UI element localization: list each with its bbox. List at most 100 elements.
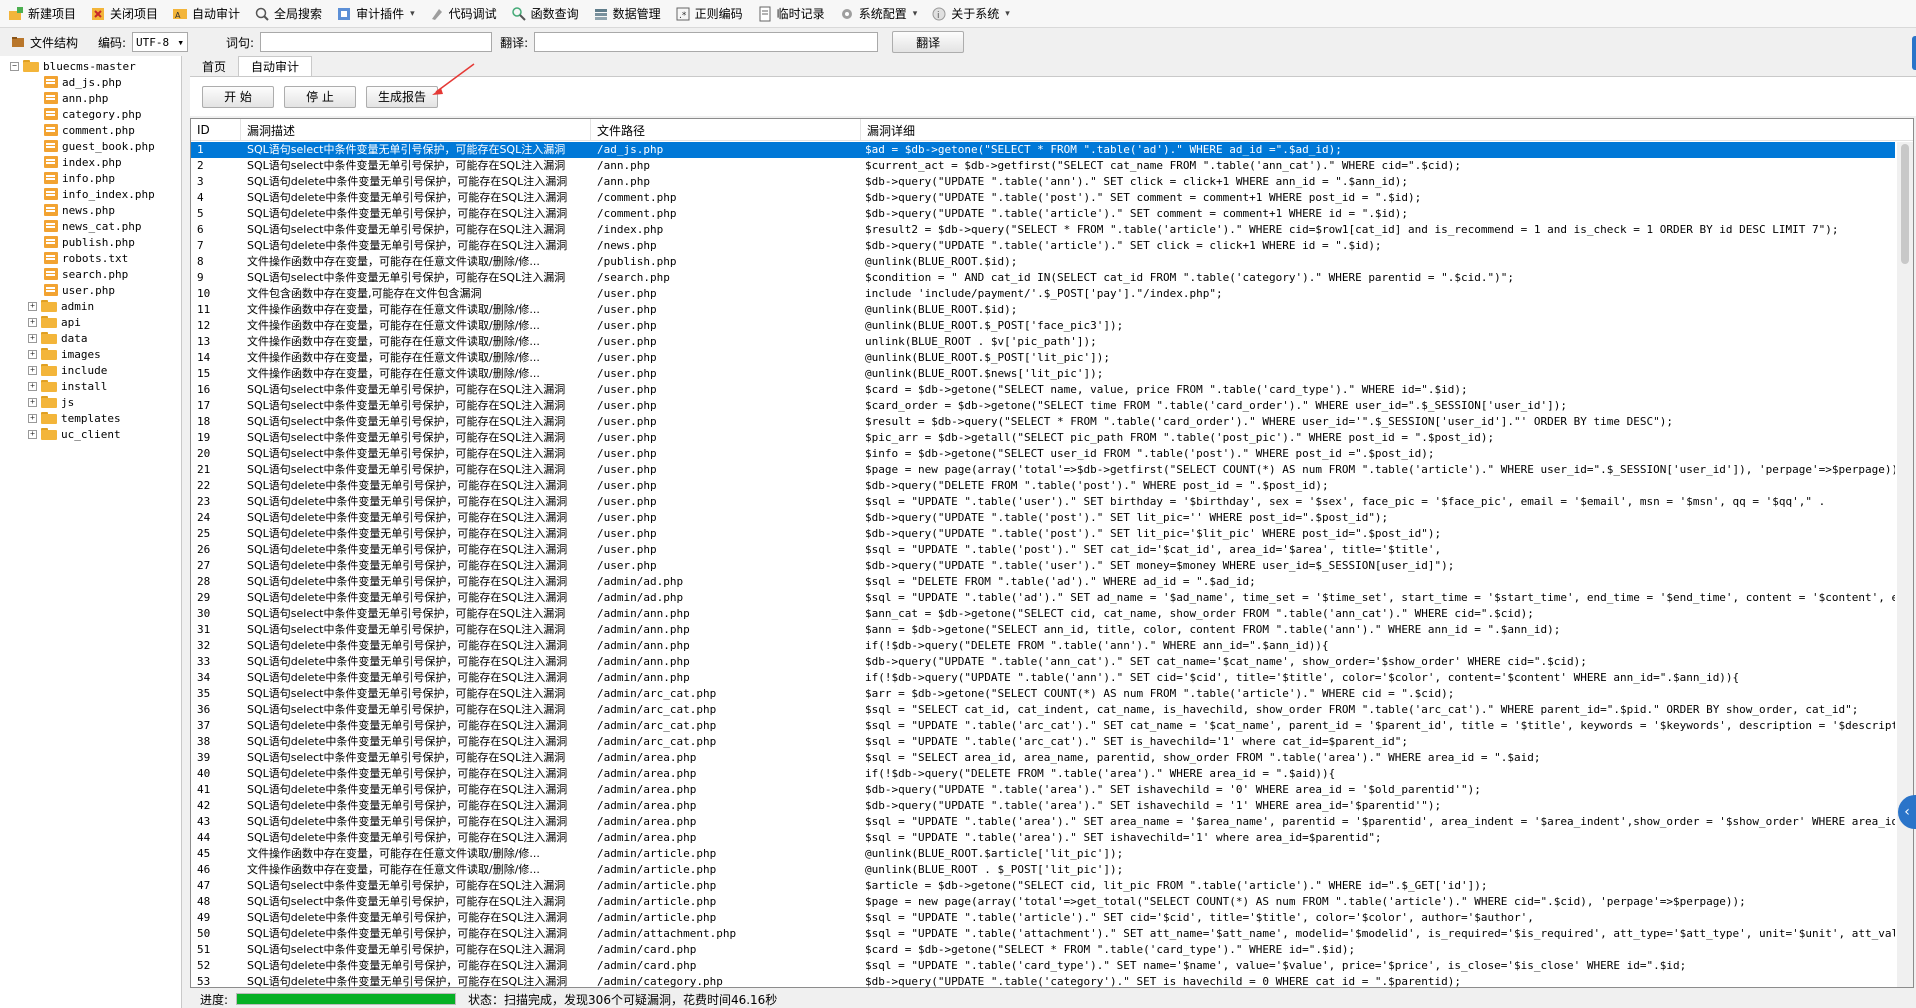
toolbar-function-query-button[interactable]: 函数查询 — [511, 5, 579, 22]
tree-folder[interactable]: + images — [28, 346, 101, 362]
tree-folder[interactable]: + templates — [28, 410, 121, 426]
table-row[interactable]: 51 SQL语句select中条件变量无单引号保护，可能存在SQL注入漏洞/adm… — [191, 942, 1895, 958]
tree-folder[interactable]: + api — [28, 314, 81, 330]
expand-icon[interactable]: + — [28, 381, 37, 391]
tree-file[interactable]: guest_book.php — [44, 138, 155, 154]
toolbar-about-system-button[interactable]: i 关于系统 ▾ — [931, 5, 1010, 22]
table-row[interactable]: 43 SQL语句delete中条件变量无单引号保护，可能存在SQL注入漏洞/adm… — [191, 814, 1895, 830]
toolbar-auto-audit-button[interactable]: A 自动审计 — [172, 5, 240, 22]
tree-file[interactable]: index.php — [44, 154, 122, 170]
table-row[interactable]: 5 SQL语句delete中条件变量无单引号保护，可能存在SQL注入漏洞/comm… — [191, 206, 1895, 222]
table-row[interactable]: 30 SQL语句select中条件变量无单引号保护，可能存在SQL注入漏洞/adm… — [191, 606, 1895, 622]
toolbar-temp-record-button[interactable]: 临时记录 — [757, 5, 825, 22]
tree-file[interactable]: publish.php — [44, 234, 135, 250]
tree-file[interactable]: ad_js.php — [44, 74, 122, 90]
table-row[interactable]: 52 SQL语句delete中条件变量无单引号保护，可能存在SQL注入漏洞/adm… — [191, 958, 1895, 974]
scrollbar-thumb[interactable] — [1901, 144, 1909, 264]
expand-icon[interactable]: + — [28, 365, 37, 375]
table-row[interactable]: 29 SQL语句delete中条件变量无单引号保护，可能存在SQL注入漏洞/adm… — [191, 590, 1895, 606]
tree-file[interactable]: info_index.php — [44, 186, 155, 202]
tree-file[interactable]: news_cat.php — [44, 218, 141, 234]
table-row[interactable]: 23 SQL语句delete中条件变量无单引号保护，可能存在SQL注入漏洞/use… — [191, 494, 1895, 510]
table-row[interactable]: 31 SQL语句select中条件变量无单引号保护，可能存在SQL注入漏洞/adm… — [191, 622, 1895, 638]
column-header-description[interactable]: 漏洞描述 — [241, 119, 591, 141]
table-row[interactable]: 42 SQL语句delete中条件变量无单引号保护，可能存在SQL注入漏洞/adm… — [191, 798, 1895, 814]
translate-button[interactable]: 翻译 — [892, 31, 965, 53]
column-header-path[interactable]: 文件路径 — [591, 119, 861, 141]
table-row[interactable]: 25 SQL语句delete中条件变量无单引号保护，可能存在SQL注入漏洞/use… — [191, 526, 1895, 542]
tree-file[interactable]: info.php — [44, 170, 115, 186]
table-row[interactable]: 47 SQL语句select中条件变量无单引号保护，可能存在SQL注入漏洞/adm… — [191, 878, 1895, 894]
table-row[interactable]: 8 文件操作函数中存在变量，可能存在任意文件读取/删除/修... /publish.… — [191, 254, 1895, 270]
table-row[interactable]: 26 SQL语句delete中条件变量无单引号保护，可能存在SQL注入漏洞/use… — [191, 542, 1895, 558]
tree-folder[interactable]: + admin — [28, 298, 94, 314]
table-row[interactable]: 45 文件操作函数中存在变量，可能存在任意文件读取/删除/修... /admin/a… — [191, 846, 1895, 862]
expand-icon[interactable]: + — [28, 317, 37, 327]
expand-icon[interactable]: + — [28, 333, 37, 343]
toolbar-regex-encode-button[interactable]: .* 正则编码 — [675, 5, 743, 22]
toolbar-code-debug-button[interactable]: 代码调试 — [429, 5, 497, 22]
table-row[interactable]: 36 SQL语句select中条件变量无单引号保护，可能存在SQL注入漏洞/adm… — [191, 702, 1895, 718]
toolbar-audit-plugin-button[interactable]: 审计插件 ▾ — [336, 5, 415, 22]
table-row[interactable]: 7 SQL语句delete中条件变量无单引号保护，可能存在SQL注入漏洞/news… — [191, 238, 1895, 254]
table-row[interactable]: 6 SQL语句select中条件变量无单引号保护，可能存在SQL注入漏洞/inde… — [191, 222, 1895, 238]
table-row[interactable]: 49 SQL语句delete中条件变量无单引号保护，可能存在SQL注入漏洞/adm… — [191, 910, 1895, 926]
table-row[interactable]: 41 SQL语句delete中条件变量无单引号保护，可能存在SQL注入漏洞/adm… — [191, 782, 1895, 798]
table-row[interactable]: 33 SQL语句delete中条件变量无单引号保护，可能存在SQL注入漏洞/adm… — [191, 654, 1895, 670]
table-row[interactable]: 32 SQL语句delete中条件变量无单引号保护，可能存在SQL注入漏洞/adm… — [191, 638, 1895, 654]
table-row[interactable]: 34 SQL语句delete中条件变量无单引号保护，可能存在SQL注入漏洞/adm… — [191, 670, 1895, 686]
table-row[interactable]: 48 SQL语句select中条件变量无单引号保护，可能存在SQL注入漏洞/adm… — [191, 894, 1895, 910]
table-row[interactable]: 20 SQL语句select中条件变量无单引号保护，可能存在SQL注入漏洞/use… — [191, 446, 1895, 462]
table-row[interactable]: 12 文件操作函数中存在变量，可能存在任意文件读取/删除/修... /user.ph… — [191, 318, 1895, 334]
tree-folder[interactable]: + install — [28, 378, 107, 394]
table-row[interactable]: 18 SQL语句select中条件变量无单引号保护，可能存在SQL注入漏洞/use… — [191, 414, 1895, 430]
table-row[interactable]: 27 SQL语句delete中条件变量无单引号保护，可能存在SQL注入漏洞/use… — [191, 558, 1895, 574]
expand-icon[interactable]: + — [28, 429, 37, 439]
table-row[interactable]: 19 SQL语句select中条件变量无单引号保护，可能存在SQL注入漏洞/use… — [191, 430, 1895, 446]
table-row[interactable]: 21 SQL语句select中条件变量无单引号保护，可能存在SQL注入漏洞/use… — [191, 462, 1895, 478]
table-row[interactable]: 50 SQL语句delete中条件变量无单引号保护，可能存在SQL注入漏洞/adm… — [191, 926, 1895, 942]
toolbar-global-search-button[interactable]: 全局搜索 — [254, 5, 322, 22]
table-row[interactable]: 13 文件操作函数中存在变量，可能存在任意文件读取/删除/修... /user.ph… — [191, 334, 1895, 350]
table-row[interactable]: 37 SQL语句delete中条件变量无单引号保护，可能存在SQL注入漏洞/adm… — [191, 718, 1895, 734]
column-header-detail[interactable]: 漏洞详细 — [861, 119, 1913, 141]
table-row[interactable]: 10 文件包含函数中存在变量,可能存在文件包含漏洞/user.php include… — [191, 286, 1895, 302]
table-row[interactable]: 35 SQL语句select中条件变量无单引号保护，可能存在SQL注入漏洞/adm… — [191, 686, 1895, 702]
stop-button[interactable]: 停 止 — [284, 85, 356, 108]
table-row[interactable]: 40 SQL语句delete中条件变量无单引号保护，可能存在SQL注入漏洞/adm… — [191, 766, 1895, 782]
table-row[interactable]: 9 SQL语句select中条件变量无单引号保护，可能存在SQL注入漏洞/sear… — [191, 270, 1895, 286]
edge-handle[interactable] — [1912, 36, 1916, 70]
toolbar-system-config-button[interactable]: 系统配置 ▾ — [839, 5, 917, 22]
table-row[interactable]: 46 文件操作函数中存在变量，可能存在任意文件读取/删除/修... /admin/a… — [191, 862, 1895, 878]
tree-folder[interactable]: + js — [28, 394, 74, 410]
table-row[interactable]: 24 SQL语句delete中条件变量无单引号保护，可能存在SQL注入漏洞/use… — [191, 510, 1895, 526]
table-row[interactable]: 28 SQL语句delete中条件变量无单引号保护，可能存在SQL注入漏洞/adm… — [191, 574, 1895, 590]
table-row[interactable]: 38 SQL语句delete中条件变量无单引号保护，可能存在SQL注入漏洞/adm… — [191, 734, 1895, 750]
table-row[interactable]: 11 文件操作函数中存在变量，可能存在任意文件读取/删除/修... /user.ph… — [191, 302, 1895, 318]
expand-icon[interactable]: + — [28, 397, 37, 407]
table-row[interactable]: 3 SQL语句delete中条件变量无单引号保护，可能存在SQL注入漏洞/ann.… — [191, 174, 1895, 190]
tree-folder[interactable]: + include — [28, 362, 107, 378]
tree-file[interactable]: user.php — [44, 282, 115, 298]
table-row[interactable]: 14 文件操作函数中存在变量，可能存在任意文件读取/删除/修... /user.ph… — [191, 350, 1895, 366]
table-row[interactable]: 16 SQL语句select中条件变量无单引号保护，可能存在SQL注入漏洞/use… — [191, 382, 1895, 398]
tree-file[interactable]: search.php — [44, 266, 128, 282]
tree-file[interactable]: ann.php — [44, 90, 108, 106]
tree-folder[interactable]: + data — [28, 330, 88, 346]
tree-root[interactable]: − bluecms-master — [10, 58, 136, 74]
query-input[interactable] — [260, 32, 493, 52]
table-row[interactable]: 44 SQL语句delete中条件变量无单引号保护，可能存在SQL注入漏洞/adm… — [191, 830, 1895, 846]
expand-icon[interactable]: + — [28, 349, 37, 359]
table-row[interactable]: 15 文件操作函数中存在变量，可能存在任意文件读取/删除/修... /user.ph… — [191, 366, 1895, 382]
collapse-icon[interactable]: − — [10, 61, 19, 71]
translate-input[interactable] — [534, 32, 879, 52]
vertical-scrollbar[interactable] — [1897, 142, 1913, 987]
tree-file[interactable]: comment.php — [44, 122, 135, 138]
toolbar-close-project-button[interactable]: 关闭项目 — [90, 5, 158, 22]
table-row[interactable]: 17 SQL语句select中条件变量无单引号保护，可能存在SQL注入漏洞/use… — [191, 398, 1895, 414]
table-row[interactable]: 39 SQL语句select中条件变量无单引号保护，可能存在SQL注入漏洞/adm… — [191, 750, 1895, 766]
table-row[interactable]: 22 SQL语句delete中条件变量无单引号保护，可能存在SQL注入漏洞/use… — [191, 478, 1895, 494]
table-row[interactable]: 1 SQL语句select中条件变量无单引号保护，可能存在SQL注入漏洞/ad_j… — [191, 142, 1895, 158]
expand-icon[interactable]: + — [28, 413, 37, 423]
tree-file[interactable]: robots.txt — [44, 250, 128, 266]
